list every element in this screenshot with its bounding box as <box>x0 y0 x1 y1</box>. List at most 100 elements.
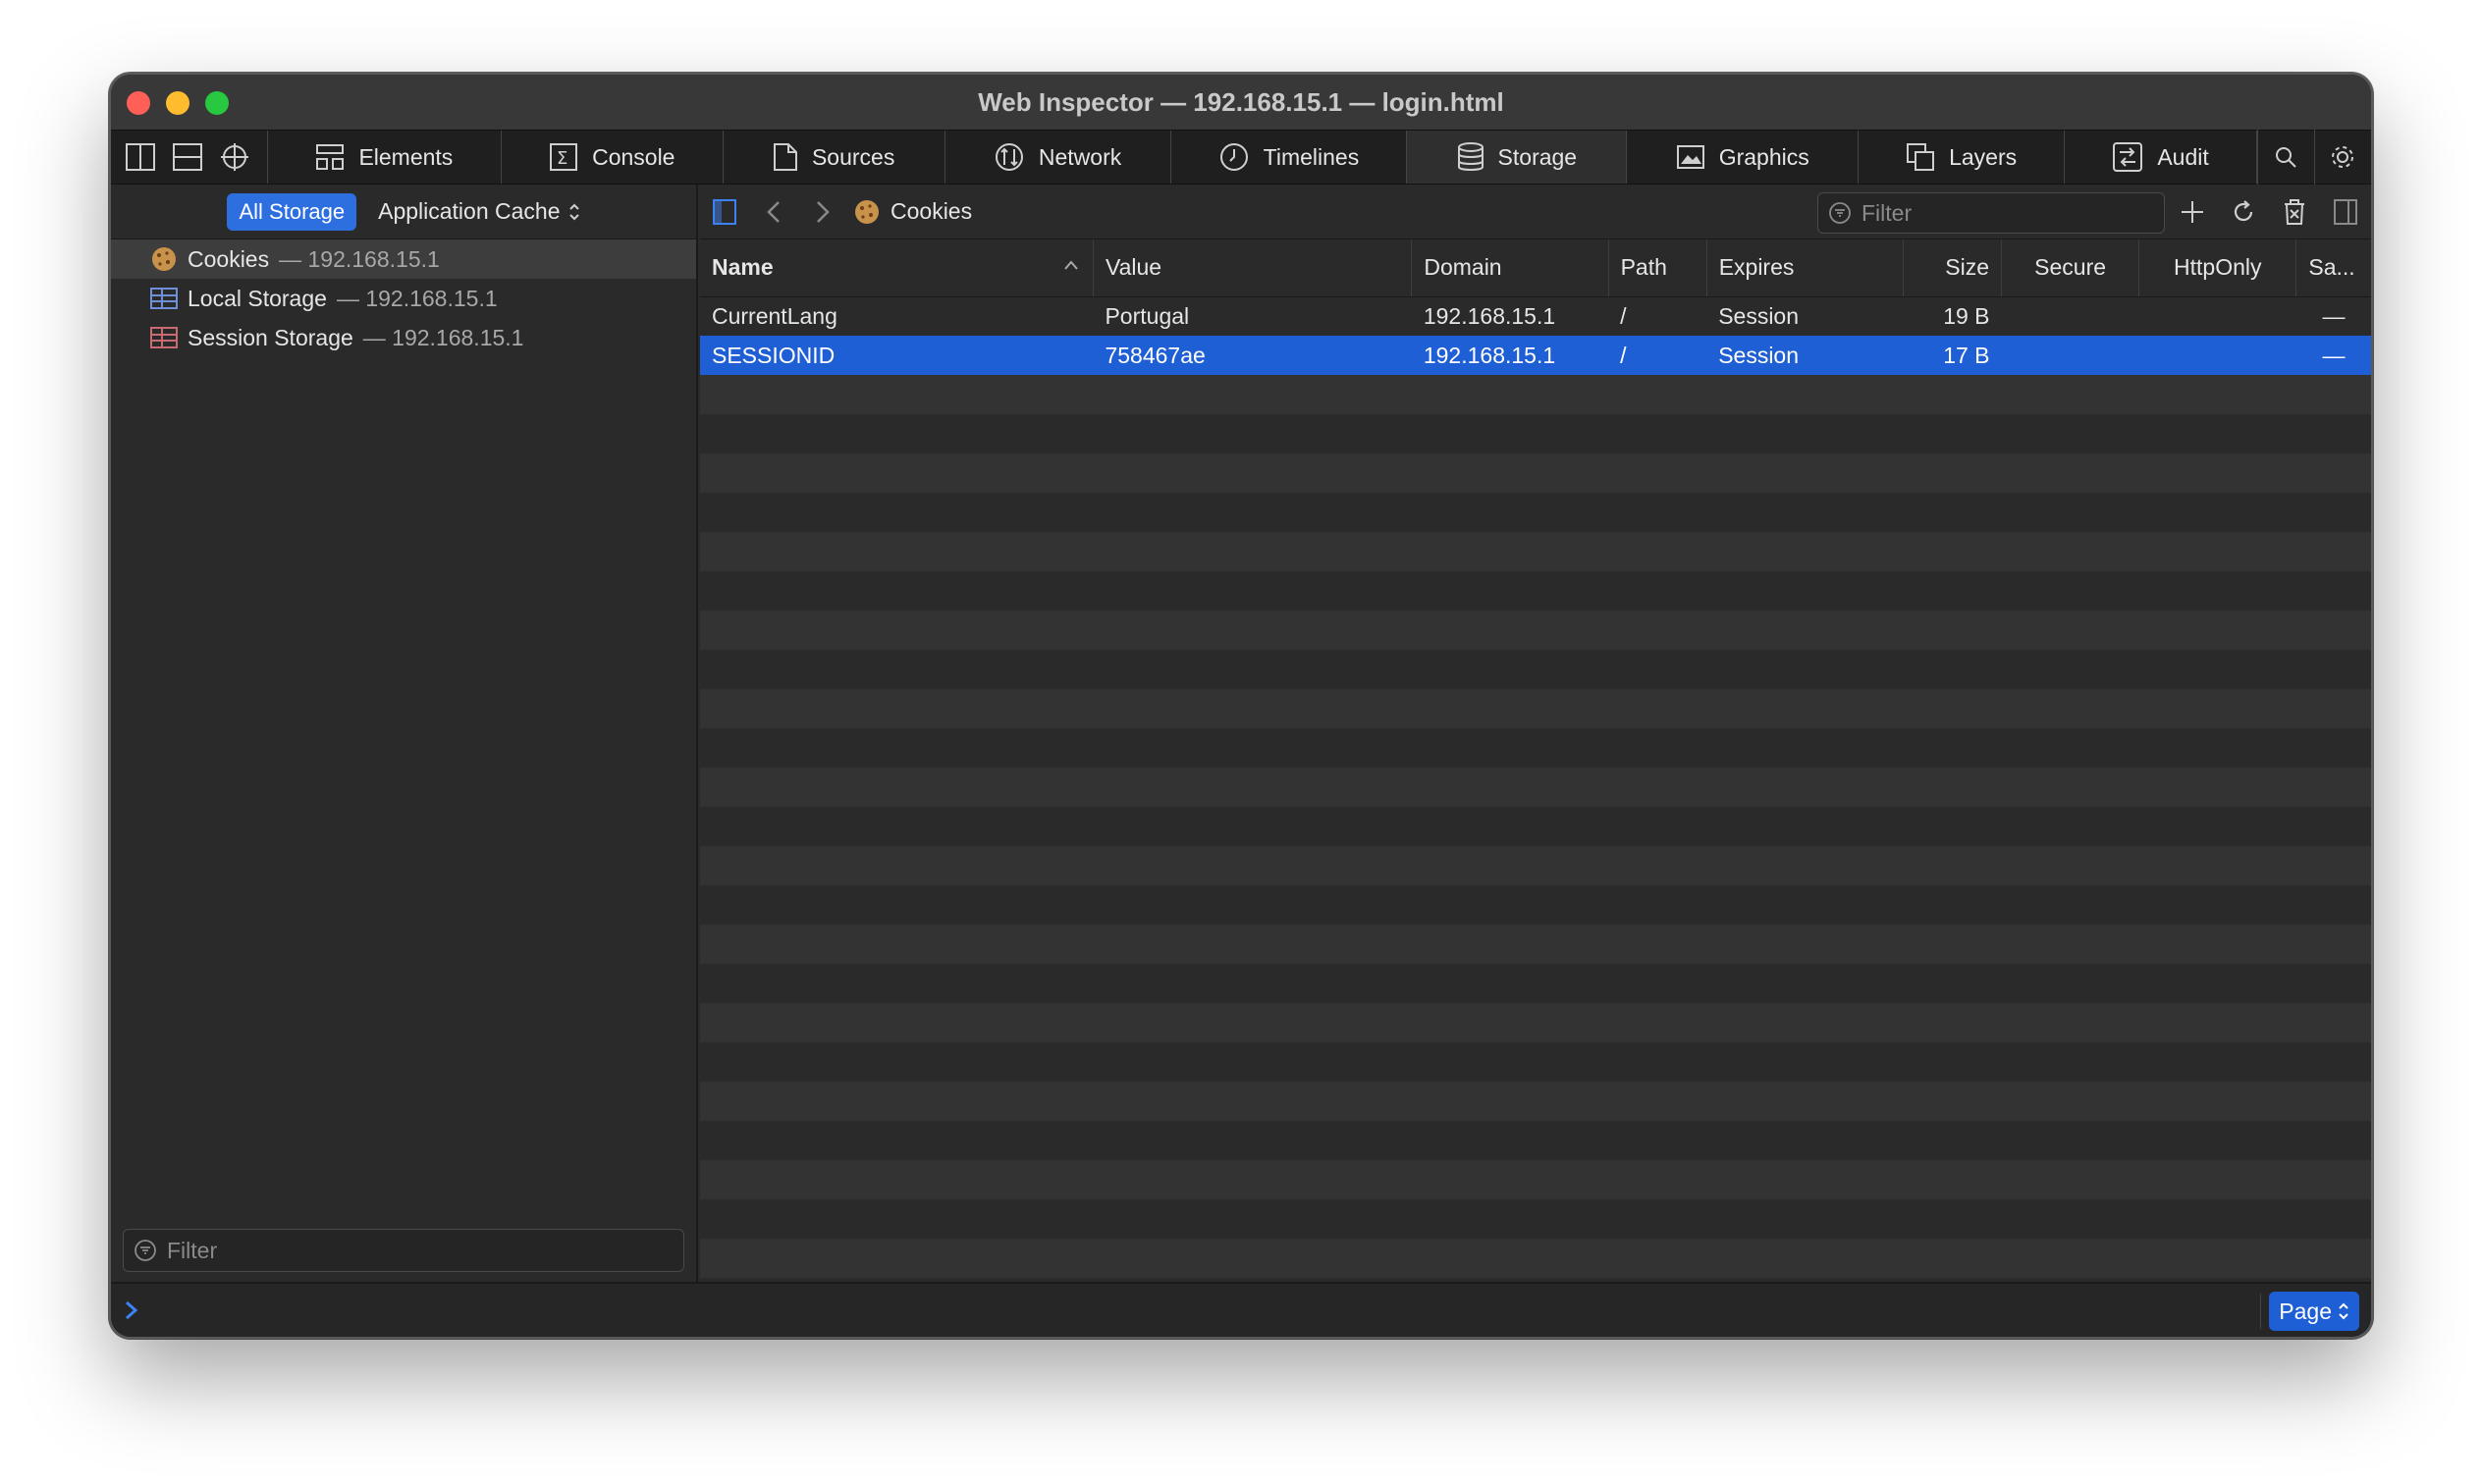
column-label: HttpOnly <box>2174 254 2262 281</box>
column-secure[interactable]: Secure <box>2001 239 2140 297</box>
crosshair-icon[interactable] <box>219 141 250 173</box>
sidebar-item-local-storage[interactable]: Local Storage — 192.168.15.1 <box>111 279 696 318</box>
sidebar-item-host: — 192.168.15.1 <box>279 245 440 272</box>
table-row[interactable]: SESSIONID 758467ae 192.168.15.1 / Sessio… <box>700 336 2371 375</box>
sidebar-item-host: — 192.168.15.1 <box>362 324 524 350</box>
cell-secure <box>2001 296 2139 336</box>
all-storage-button[interactable]: All Storage <box>227 192 357 231</box>
prompt-chevron-icon[interactable] <box>123 1298 140 1322</box>
tab-label: Console <box>592 143 675 170</box>
empty-row <box>700 1121 2371 1160</box>
forward-chevron-icon[interactable] <box>798 185 847 239</box>
application-cache-select[interactable]: Application Cache <box>378 198 579 225</box>
tab-elements[interactable]: Elements <box>268 131 502 184</box>
table-row[interactable]: CurrentLang Portugal 192.168.15.1 / Sess… <box>700 296 2371 336</box>
cookies-table: Name Value Domain Path Expires Size Secu… <box>700 239 2371 375</box>
tab-label: Elements <box>358 143 454 170</box>
tab-label: Audit <box>2157 143 2209 170</box>
tab-storage[interactable]: Storage <box>1407 131 1628 184</box>
cell-secure <box>2001 336 2139 375</box>
empty-row-stripes <box>700 375 2371 1278</box>
cell-name: CurrentLang <box>700 296 1094 336</box>
empty-row <box>700 1160 2371 1199</box>
details-sidebar-icon[interactable] <box>2320 185 2371 239</box>
divider <box>2260 1294 2261 1329</box>
empty-row <box>700 1082 2371 1121</box>
empty-row <box>700 689 2371 728</box>
table-header: Name Value Domain Path Expires Size Secu… <box>700 239 2371 297</box>
empty-row <box>700 414 2371 453</box>
tab-label: Graphics <box>1718 143 1809 170</box>
minimize-window-button[interactable] <box>166 91 189 115</box>
search-icon[interactable] <box>2256 130 2314 185</box>
console-prompt-bar: Page <box>111 1282 2371 1337</box>
cell-domain: 192.168.15.1 <box>1411 296 1609 336</box>
refresh-icon[interactable] <box>2218 185 2269 239</box>
cookie-icon <box>152 247 176 271</box>
back-chevron-icon[interactable] <box>749 185 798 239</box>
tab-layers[interactable]: Layers <box>1859 131 2066 184</box>
column-samesite[interactable]: Sa... <box>2295 239 2371 297</box>
tab-network[interactable]: Network <box>945 131 1171 184</box>
dock-bottom-icon[interactable] <box>172 141 203 173</box>
empty-row <box>700 532 2371 571</box>
cell-path: / <box>1608 336 1707 375</box>
column-label: Name <box>712 254 774 281</box>
tab-sources[interactable]: Sources <box>724 131 945 184</box>
tab-graphics[interactable]: Graphics <box>1627 131 1860 184</box>
empty-row <box>700 375 2371 414</box>
tab-console[interactable]: Σ Console <box>502 131 724 184</box>
toggle-sidebar-icon[interactable] <box>700 185 749 239</box>
column-label: Path <box>1620 254 1667 281</box>
empty-row <box>700 571 2371 610</box>
session-storage-icon <box>150 327 178 348</box>
updown-chevron-icon <box>2339 1302 2348 1320</box>
dock-tools <box>111 131 268 184</box>
sidebar-item-label: Session Storage <box>188 324 353 350</box>
column-path[interactable]: Path <box>1608 239 1707 297</box>
tab-label: Sources <box>811 143 895 170</box>
column-httponly[interactable]: HttpOnly <box>2138 239 2297 297</box>
add-icon[interactable] <box>2167 185 2218 239</box>
sidebar-item-session-storage[interactable]: Session Storage — 192.168.15.1 <box>111 318 696 357</box>
elements-icon <box>316 144 345 170</box>
graphics-icon <box>1676 145 1704 169</box>
cell-httponly <box>2138 336 2296 375</box>
sidebar-filter-input[interactable]: Filter <box>123 1229 684 1272</box>
tab-timelines[interactable]: Timelines <box>1171 131 1408 184</box>
window-controls <box>127 91 229 115</box>
cookie-filter-input[interactable]: Filter <box>1817 192 2165 234</box>
svg-text:Σ: Σ <box>557 148 567 169</box>
gear-icon[interactable] <box>2313 130 2371 185</box>
close-window-button[interactable] <box>127 91 150 115</box>
dock-side-icon[interactable] <box>125 141 156 173</box>
cell-path: / <box>1608 296 1707 336</box>
empty-row <box>700 885 2371 925</box>
empty-row <box>700 610 2371 650</box>
column-domain[interactable]: Domain <box>1411 239 1609 297</box>
empty-row <box>700 768 2371 807</box>
empty-row <box>700 1199 2371 1239</box>
tab-label: Network <box>1038 143 1122 170</box>
column-value[interactable]: Value <box>1093 239 1413 297</box>
sidebar-item-cookies[interactable]: Cookies — 192.168.15.1 <box>111 239 696 279</box>
maximize-window-button[interactable] <box>205 91 229 115</box>
tab-label: Timelines <box>1263 143 1360 170</box>
cell-value: Portugal <box>1093 296 1412 336</box>
column-size[interactable]: Size <box>1903 239 2003 297</box>
local-storage-icon <box>150 288 178 309</box>
empty-row <box>700 453 2371 493</box>
column-name[interactable]: Name <box>700 239 1094 297</box>
sidebar-item-host: — 192.168.15.1 <box>336 285 498 311</box>
tab-audit[interactable]: Audit <box>2065 131 2257 184</box>
breadcrumb[interactable]: Cookies <box>853 198 972 226</box>
delete-icon[interactable] <box>2269 185 2320 239</box>
column-expires[interactable]: Expires <box>1706 239 1904 297</box>
column-label: Expires <box>1718 254 1795 281</box>
cookies-content: Cookies Filter Name Value Domain Path Ex… <box>700 185 2371 1282</box>
timelines-icon <box>1219 143 1248 171</box>
empty-row <box>700 1042 2371 1082</box>
filter-icon <box>1829 202 1851 224</box>
execution-context-select[interactable]: Page <box>2269 1292 2359 1331</box>
console-icon: Σ <box>550 143 578 171</box>
